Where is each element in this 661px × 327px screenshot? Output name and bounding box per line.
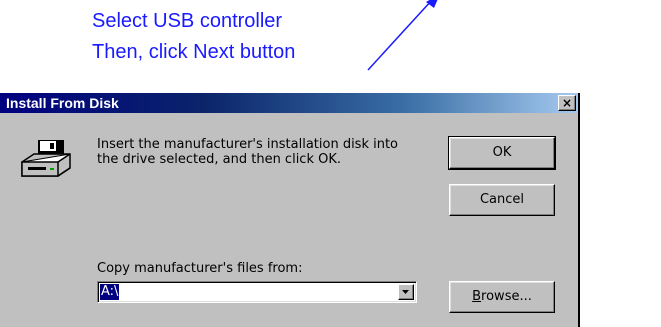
annotation-text: Select USB controller Then, click Next b… (92, 6, 392, 68)
ok-button-label: OK (492, 145, 512, 160)
floppy-drive-icon (21, 140, 71, 177)
title-bar[interactable]: Install From Disk × (0, 93, 578, 113)
browse-accelerator: B (472, 289, 482, 304)
annotation-arrow (367, 0, 438, 71)
browse-button[interactable]: Browse... (449, 281, 555, 313)
install-from-disk-dialog: Install From Disk × Insert the manufactu… (0, 93, 580, 327)
dialog-title: Install From Disk (6, 95, 119, 111)
chevron-down-icon (402, 290, 409, 294)
instruction-message: Insert the manufacturer's installation d… (97, 137, 437, 167)
message-line-2: the drive selected, and then click OK. (97, 152, 342, 167)
ok-button[interactable]: OK (448, 136, 556, 170)
cancel-button-label: Cancel (479, 192, 525, 207)
copy-from-combobox[interactable]: A:\ (97, 281, 417, 303)
annotation-line-1: Select USB controller (92, 10, 283, 32)
cancel-button[interactable]: Cancel (449, 184, 555, 216)
message-line-1: Insert the manufacturer's installation d… (97, 137, 399, 152)
browse-button-label: rowse... (481, 289, 532, 304)
annotation-line-2: Then, click Next button (92, 41, 296, 63)
close-button[interactable]: × (558, 95, 576, 111)
combo-dropdown-button[interactable] (398, 284, 414, 300)
close-icon: × (561, 96, 573, 110)
copy-from-value[interactable]: A:\ (100, 284, 120, 300)
copy-from-label: Copy manufacturer's files from: (97, 261, 303, 276)
